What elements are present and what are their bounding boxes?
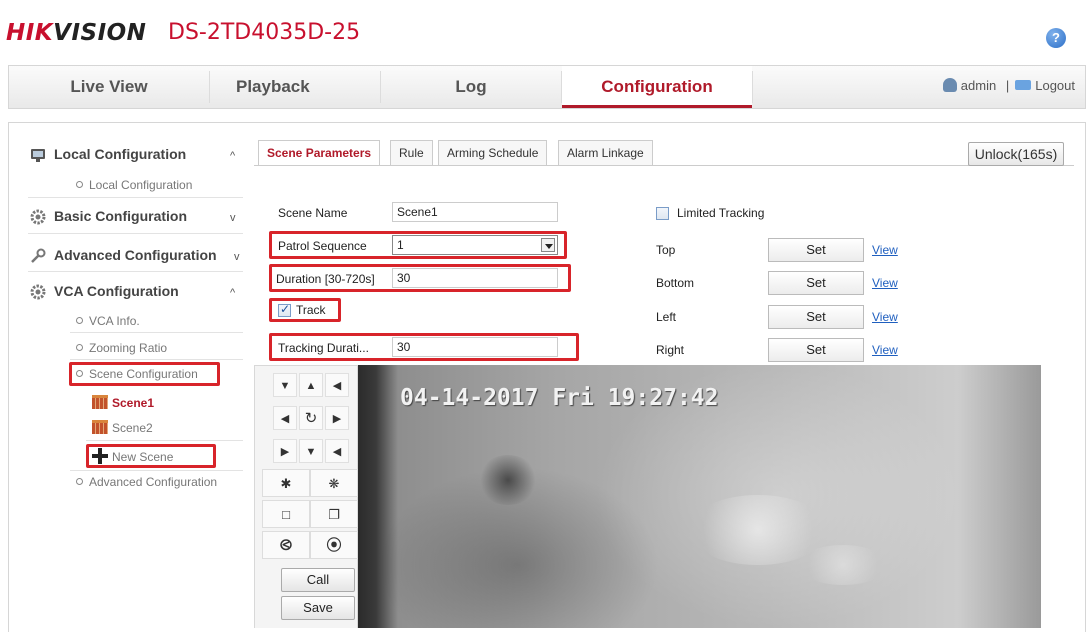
video-bright-spot [798,545,888,585]
chevron-down-icon[interactable]: v [234,251,240,263]
help-icon[interactable]: ? [1046,28,1066,48]
video-dark-spot [478,455,538,505]
ptz-auto-rotate-icon[interactable]: ↻ [299,406,323,430]
patrol-sequence-value: 1 [397,238,404,252]
view-left-link[interactable]: View [872,310,898,324]
divider [28,271,243,272]
view-top-link[interactable]: View [872,243,898,257]
unlock-button[interactable]: Unlock(165s) [968,142,1064,166]
ptz-down-icon[interactable]: ▼ [299,439,323,463]
tab-arming-schedule[interactable]: Arming Schedule [438,140,548,166]
tracking-duration-input[interactable]: 30 [392,337,558,357]
limit-label-bottom: Bottom [656,276,695,290]
view-bottom-link[interactable]: View [872,276,898,290]
set-bottom-button[interactable]: Set [768,271,864,295]
divider [28,197,243,198]
set-left-button[interactable]: Set [768,305,864,329]
logout-icon[interactable] [1015,80,1032,90]
patrol-sequence-label: Patrol Sequence [278,239,367,253]
main-nav: Live View Playback Log Configuration adm… [8,65,1086,109]
sidebar-sub-local-configuration[interactable]: Local Configuration [76,178,192,192]
new-scene-button[interactable]: New Scene [92,448,173,464]
focus-near-icon[interactable]: □ [262,500,310,528]
sidebar-sub-zooming-ratio[interactable]: Zooming Ratio [76,341,167,355]
iris-open-icon[interactable]: ⦿ [310,531,358,559]
divider [70,332,243,333]
divider [70,470,243,471]
limited-tracking-checkbox[interactable] [656,207,669,220]
limited-tracking-label: Limited Tracking [677,206,765,220]
ptz-up-right-icon[interactable]: ◀ [325,373,349,397]
tracking-duration-label: Tracking Durati... [278,341,369,355]
ptz-down-right-icon[interactable]: ◀ [325,439,349,463]
wrench-icon [31,248,46,263]
chevron-up-icon[interactable]: ^ [230,150,235,162]
chevron-down-icon[interactable]: v [230,212,236,224]
limit-label-top: Top [656,243,676,257]
plus-icon [92,448,108,464]
tab-alarm-linkage[interactable]: Alarm Linkage [558,140,653,166]
view-right-link[interactable]: View [872,343,898,357]
user-icon [942,78,957,92]
limit-label-right: Right [656,343,685,357]
zoom-out-icon[interactable]: ❋ [310,469,358,497]
nav-tab-configuration[interactable]: Configuration [562,66,752,108]
preset-call-button[interactable]: Call [281,568,355,592]
nav-tab-live-view[interactable]: Live View [9,66,209,108]
scene-name-label: Scene Name [278,206,348,220]
device-model: DS-2TD4035D-25 [168,20,361,45]
nav-separator [752,71,753,103]
tab-scene-parameters[interactable]: Scene Parameters [258,140,381,166]
user-separator: | [1005,78,1010,93]
sidebar-sub-advanced-configuration[interactable]: Advanced Configuration [76,475,217,489]
scene-item-1[interactable]: Scene1 [92,395,154,410]
ptz-left-icon[interactable]: ◀ [273,406,297,430]
video-timestamp: 04-14-2017 Fri 19:27:42 [400,385,719,411]
sidebar-sub-scene-configuration[interactable]: Scene Configuration [76,367,198,381]
track-checkbox[interactable] [278,302,291,317]
limit-label-left: Left [656,310,677,324]
tab-divider [254,165,1074,166]
duration-input[interactable]: 30 [392,268,558,288]
gear-icon [30,284,46,300]
sidebar-sub-vca-info[interactable]: VCA Info. [76,314,140,328]
hikvision-logo: HIKVISION [6,20,147,46]
set-top-button[interactable]: Set [768,238,864,262]
ptz-up-left-icon[interactable]: ▼ [273,373,297,397]
tab-rule[interactable]: Rule [390,140,433,166]
track-label: Track [296,303,326,317]
ptz-up-icon[interactable]: ▲ [299,373,323,397]
ptz-right-icon[interactable]: ▶ [325,406,349,430]
duration-label: Duration [30-720s] [276,272,375,286]
live-video-preview[interactable]: 04-14-2017 Fri 19:27:42 [358,365,1041,628]
divider [70,359,243,360]
focus-far-icon[interactable]: ❐ [310,500,358,528]
nav-tab-playback[interactable]: Playback [210,66,380,108]
patrol-sequence-select[interactable]: 1 [392,235,558,255]
chevron-up-icon[interactable]: ^ [230,287,235,299]
preset-save-button[interactable]: Save [281,596,355,620]
scene-icon [92,420,108,434]
divider [28,233,243,234]
ptz-down-left-icon[interactable]: ▶ [273,439,297,463]
gear-icon [30,209,46,225]
monitor-icon [31,149,45,162]
nav-tab-log[interactable]: Log [381,66,561,108]
scene-name-input[interactable]: Scene1 [392,202,558,222]
zoom-in-icon[interactable]: ✱ [262,469,310,497]
user-area: admin | Logout [942,78,1075,93]
set-right-button[interactable]: Set [768,338,864,362]
username: admin [960,78,997,93]
dropdown-arrow-icon[interactable] [541,238,555,252]
divider [86,440,243,441]
iris-close-icon[interactable]: ⧀ [262,531,310,559]
scene-icon [92,395,108,409]
scene-item-2[interactable]: Scene2 [92,420,153,435]
logout-link[interactable]: Logout [1035,78,1075,93]
